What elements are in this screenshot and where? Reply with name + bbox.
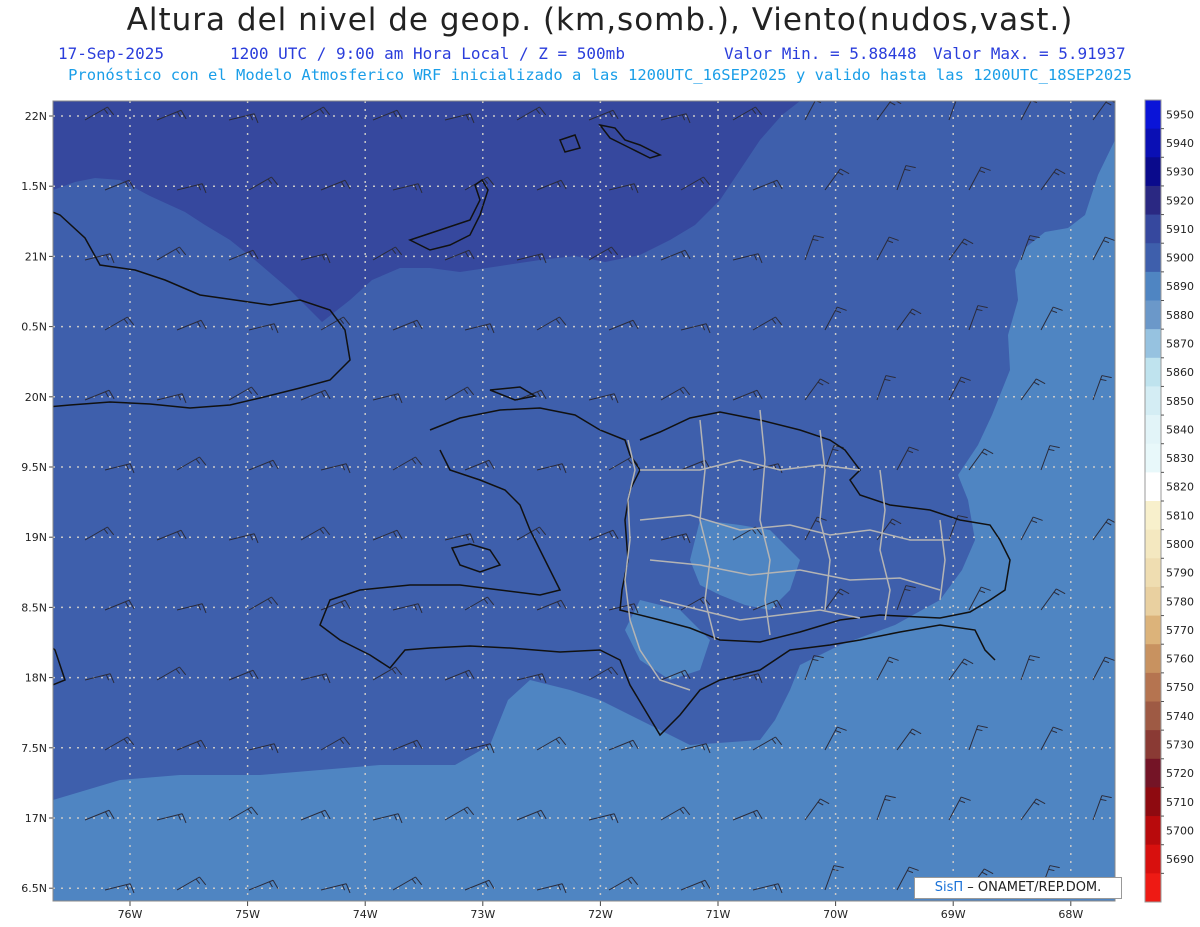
lon-label: 76W xyxy=(118,908,143,921)
colorbar-swatch xyxy=(1145,185,1161,216)
colorbar-swatch xyxy=(1145,730,1161,760)
colorbar-label: 5780 xyxy=(1166,595,1194,608)
lat-label: 6.5N xyxy=(21,882,47,895)
colorbar-swatch xyxy=(1145,873,1161,903)
forecast-map: 76W 75W 74W 73W 72W 71W 70W 69W 68W 22N 1.5N 21N 0.… xyxy=(21,99,1194,921)
colorbar-label: 5950 xyxy=(1166,108,1194,121)
colorbar-label: 5920 xyxy=(1166,194,1194,207)
longitude-labels: 76W 75W 74W 73W 72W 71W 70W 69W 68W xyxy=(118,901,1083,921)
lat-label: 18N xyxy=(25,672,47,685)
colorbar-label: 5890 xyxy=(1166,280,1194,293)
lon-label: 68W xyxy=(1058,908,1083,921)
colorbar: 5950 5940 5930 5920 5910 5900 5890 5880 5870 5860… xyxy=(1144,99,1194,903)
colorbar-label: 5870 xyxy=(1166,337,1194,350)
colorbar-label: 5790 xyxy=(1166,567,1194,580)
colorbar-swatch xyxy=(1145,300,1161,330)
lat-label: 9.5N xyxy=(21,461,47,474)
colorbar-swatch xyxy=(1145,701,1161,731)
colorbar-swatch xyxy=(1145,128,1161,158)
colorbar-label: 5900 xyxy=(1166,252,1194,265)
colorbar-swatch xyxy=(1145,214,1161,244)
credit-text: – ONAMET/REP.DOM. xyxy=(967,880,1102,895)
lon-label: 74W xyxy=(353,908,378,921)
colorbar-swatch xyxy=(1145,329,1161,359)
colorbar-swatch xyxy=(1145,271,1161,301)
colorbar-swatch xyxy=(1145,157,1161,187)
colorbar-swatch xyxy=(1145,529,1161,559)
colorbar-label: 5830 xyxy=(1166,452,1194,465)
colorbar-label: 5910 xyxy=(1166,223,1194,236)
colorbar-label: 5740 xyxy=(1166,710,1194,723)
colorbar-swatch xyxy=(1145,243,1161,273)
colorbar-label: 5690 xyxy=(1166,853,1194,866)
lon-label: 72W xyxy=(588,908,613,921)
colorbar-swatch xyxy=(1145,758,1161,788)
colorbar-swatch xyxy=(1145,501,1161,531)
credit-box: SisΠ – ONAMET/REP.DOM. xyxy=(914,877,1122,899)
lon-label: 73W xyxy=(470,908,495,921)
colorbar-label: 5940 xyxy=(1166,137,1194,150)
colorbar-label: 5730 xyxy=(1166,738,1194,751)
sispi-logo: SisΠ xyxy=(934,880,964,895)
colorbar-swatch xyxy=(1145,615,1161,645)
colorbar-label: 5930 xyxy=(1166,166,1194,179)
lat-label: 1.5N xyxy=(21,180,47,193)
colorbar-swatch xyxy=(1145,586,1161,617)
lon-label: 71W xyxy=(706,908,731,921)
colorbar-swatch xyxy=(1145,472,1161,502)
colorbar-swatch xyxy=(1145,787,1161,817)
lat-label: 22N xyxy=(25,110,47,123)
colorbar-swatch xyxy=(1145,558,1161,588)
colorbar-label: 5750 xyxy=(1166,681,1194,694)
colorbar-swatch xyxy=(1145,415,1161,445)
colorbar-swatch xyxy=(1145,672,1161,702)
lat-label: 7.5N xyxy=(21,742,47,755)
colorbar-label: 5710 xyxy=(1166,796,1194,809)
lat-label: 8.5N xyxy=(21,601,47,614)
colorbar-label: 5700 xyxy=(1166,824,1194,837)
colorbar-label: 5810 xyxy=(1166,509,1194,522)
geopotential-field xyxy=(53,101,1115,901)
lat-label: 17N xyxy=(25,812,47,825)
colorbar-label: 5860 xyxy=(1166,366,1194,379)
latitude-labels: 22N 1.5N 21N 0.5N 20N 9.5N 19N 8.5N 18N 7.5N 17N 6.… xyxy=(21,110,53,895)
colorbar-label: 5820 xyxy=(1166,481,1194,494)
colorbar-swatch xyxy=(1145,816,1161,846)
colorbar-swatch xyxy=(1145,443,1161,473)
colorbar-swatch xyxy=(1145,100,1161,130)
colorbar-label: 5850 xyxy=(1166,395,1194,408)
colorbar-label: 5770 xyxy=(1166,624,1194,637)
lon-label: 75W xyxy=(235,908,260,921)
lat-label: 0.5N xyxy=(21,321,47,334)
colorbar-label: 5720 xyxy=(1166,767,1194,780)
lat-label: 20N xyxy=(25,391,47,404)
colorbar-label: 5800 xyxy=(1166,538,1194,551)
colorbar-swatch xyxy=(1145,357,1161,387)
lon-label: 70W xyxy=(823,908,848,921)
colorbar-label: 5760 xyxy=(1166,653,1194,666)
lat-label: 21N xyxy=(25,250,47,263)
lon-label: 69W xyxy=(941,908,966,921)
colorbar-swatch xyxy=(1145,844,1161,874)
lat-label: 19N xyxy=(25,531,47,544)
colorbar-label: 5880 xyxy=(1166,309,1194,322)
colorbar-swatch xyxy=(1145,644,1161,674)
colorbar-label: 5840 xyxy=(1166,423,1194,436)
colorbar-swatch xyxy=(1145,386,1161,416)
